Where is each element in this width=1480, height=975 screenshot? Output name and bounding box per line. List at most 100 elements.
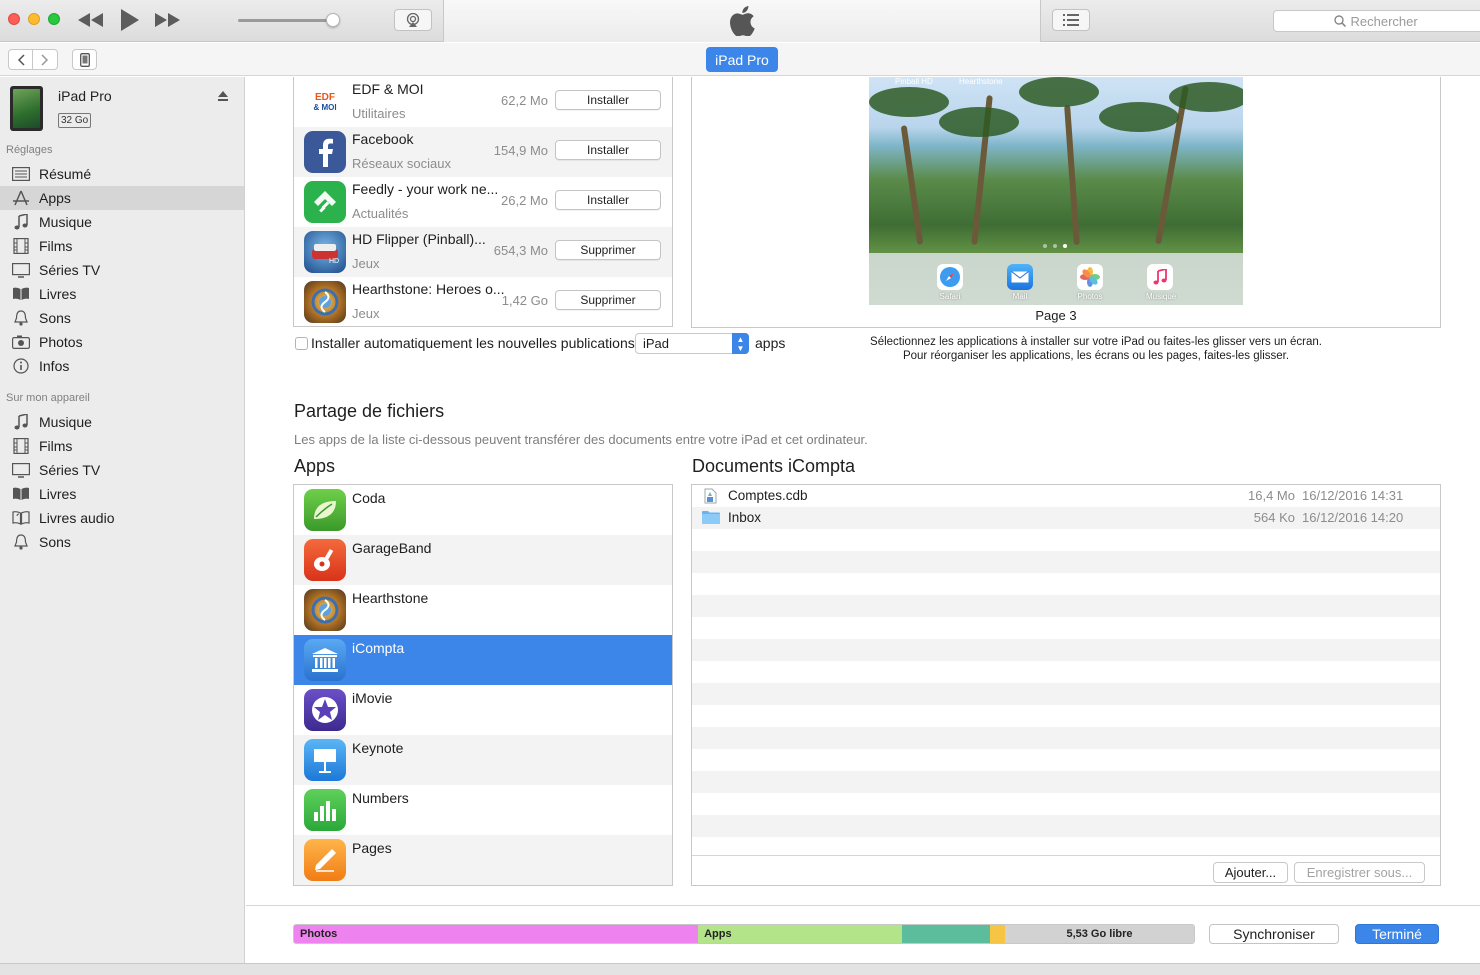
dock-app-music[interactable]: Musique — [1146, 264, 1176, 301]
auto-install-checkbox[interactable] — [295, 337, 308, 350]
minimize-window-button[interactable] — [28, 13, 40, 25]
list-icon — [1063, 14, 1079, 26]
sidebar-item-label: Séries TV — [39, 462, 101, 478]
search-field[interactable] — [1273, 10, 1480, 32]
mail-icon — [1007, 264, 1033, 290]
document-size: 564 Ko — [1253, 510, 1295, 525]
bell-icon — [10, 309, 32, 327]
dock-app-photos[interactable]: Photos — [1076, 264, 1104, 301]
sidebar-item-device-audiobooks[interactable]: Livres audio — [0, 506, 244, 530]
eject-button[interactable] — [217, 89, 229, 107]
device-type-select[interactable]: iPad ▲ ▼ — [635, 333, 749, 354]
app-row-hearthstone[interactable]: Hearthstone: Heroes o... Jeux 1,42 Go Su… — [294, 277, 672, 326]
sidebar-item-books[interactable]: Livres — [0, 282, 244, 306]
sidebar-item-label: Films — [39, 438, 73, 454]
close-window-button[interactable] — [8, 13, 20, 25]
chevron-left-icon — [17, 53, 25, 66]
done-button[interactable]: Terminé — [1355, 924, 1439, 944]
music-icon — [10, 213, 32, 231]
app-category: Actualités — [352, 206, 409, 221]
apps-icon — [10, 189, 32, 207]
app-category: Jeux — [352, 256, 380, 271]
sidebar-item-films[interactable]: Films — [0, 234, 244, 258]
garageband-app-icon — [304, 539, 346, 581]
rewind-button[interactable] — [76, 7, 106, 33]
music-app-icon — [1147, 264, 1173, 290]
up-next-button[interactable] — [1052, 9, 1090, 31]
home-screen-preview[interactable]: Pinball HD Hearthstone Safari Mail Photo… — [869, 77, 1243, 305]
sharing-app-name: iMovie — [352, 690, 393, 706]
install-button[interactable]: Installer — [555, 90, 661, 110]
sidebar-item-music[interactable]: Musique — [0, 210, 244, 234]
sidebar-item-photos[interactable]: Photos — [0, 330, 244, 354]
device-tab[interactable]: iPad Pro — [706, 47, 778, 72]
main-content: EDF & MOI EDF & MOI Utilitaires 62,2 Mo I… — [246, 77, 1480, 963]
zoom-window-button[interactable] — [48, 13, 60, 25]
app-row-edf[interactable]: EDF & MOI EDF & MOI Utilitaires 62,2 Mo I… — [294, 77, 672, 127]
app-row-hd-flipper[interactable]: HD HD Flipper (Pinball)... Jeux 654,3 Mo… — [294, 227, 672, 277]
remove-button[interactable]: Supprimer — [555, 290, 661, 310]
film-icon — [10, 237, 32, 255]
navigation-bar: iPad Pro — [0, 43, 1480, 76]
play-button[interactable] — [114, 7, 144, 33]
sidebar-item-tones[interactable]: Sons — [0, 306, 244, 330]
sharing-app-row-keynote[interactable]: Keynote — [294, 735, 672, 785]
documents-footer: Ajouter... Enregistrer sous... — [692, 855, 1440, 885]
sharing-app-row-imovie[interactable]: iMovie — [294, 685, 672, 735]
sharing-app-row-hearthstone[interactable]: Hearthstone — [294, 585, 672, 635]
sidebar-item-device-books[interactable]: Livres — [0, 482, 244, 506]
airplay-button[interactable] — [394, 9, 432, 31]
summary-icon — [10, 165, 32, 183]
auto-install-label: Installer automatiquement les nouvelles … — [311, 335, 635, 351]
install-button[interactable]: Installer — [555, 190, 661, 210]
sidebar-item-label: Séries TV — [39, 262, 101, 278]
install-button[interactable]: Installer — [555, 140, 661, 160]
sidebar-item-label: Livres — [39, 286, 77, 302]
app-name: Hearthstone: Heroes o... — [352, 281, 505, 297]
sidebar-item-device-films[interactable]: Films — [0, 434, 244, 458]
app-name: Facebook — [352, 131, 414, 147]
forward-button[interactable] — [33, 49, 58, 70]
app-row-facebook[interactable]: Facebook Réseaux sociaux 154,9 Mo Instal… — [294, 127, 672, 177]
coda-app-icon — [304, 489, 346, 531]
dock-app-safari[interactable]: Safari — [936, 264, 964, 301]
add-file-button[interactable]: Ajouter... — [1213, 862, 1288, 883]
app-size: 26,2 Mo — [501, 193, 548, 208]
sharing-app-row-pages[interactable]: Pages — [294, 835, 672, 885]
sidebar-item-tv[interactable]: Séries TV — [0, 258, 244, 282]
fast-forward-button[interactable] — [152, 7, 182, 33]
sidebar-item-apps[interactable]: Apps — [0, 186, 244, 210]
document-row[interactable]: Comptes.cdb 16,4 Mo 16/12/2016 14:31 — [692, 485, 1440, 507]
sharing-app-row-coda[interactable]: Coda — [294, 485, 672, 535]
music-icon — [10, 413, 32, 431]
volume-knob[interactable] — [326, 13, 340, 27]
remove-button[interactable]: Supprimer — [555, 240, 661, 260]
device-button[interactable] — [72, 49, 97, 70]
back-button[interactable] — [8, 49, 33, 70]
sidebar-item-device-tv[interactable]: Séries TV — [0, 458, 244, 482]
document-row[interactable]: Inbox 564 Ko 16/12/2016 14:20 — [692, 507, 1440, 529]
sidebar-item-info[interactable]: Infos — [0, 354, 244, 378]
book-icon — [10, 485, 32, 503]
sidebar-item-label: Films — [39, 238, 73, 254]
svg-text:HD: HD — [329, 258, 339, 265]
ipad-icon — [79, 52, 90, 67]
sidebar-item-summary[interactable]: Résumé — [0, 162, 244, 186]
search-input[interactable] — [1350, 13, 1421, 29]
app-row-feedly[interactable]: Feedly - your work ne... Actualités 26,2… — [294, 177, 672, 227]
sidebar-item-device-tones[interactable]: Sons — [0, 530, 244, 554]
device-capacity-badge: 32 Go — [58, 113, 92, 128]
sharing-app-row-garageband[interactable]: GarageBand — [294, 535, 672, 585]
save-as-button[interactable]: Enregistrer sous... — [1294, 862, 1425, 883]
sharing-app-name: iCompta — [352, 640, 405, 656]
dock-app-mail[interactable]: Mail — [1006, 264, 1034, 301]
sidebar-item-device-music[interactable]: Musique — [0, 410, 244, 434]
screen-app-label: Pinball HD — [895, 77, 933, 86]
app-category: Utilitaires — [352, 106, 406, 121]
storage-segment-apps: Apps — [698, 925, 903, 943]
apple-logo-icon — [730, 6, 755, 36]
sharing-app-row-numbers[interactable]: Numbers — [294, 785, 672, 835]
sharing-app-row-icompta[interactable]: iCompta — [294, 635, 672, 685]
sync-button[interactable]: Synchroniser — [1209, 924, 1339, 944]
volume-slider[interactable] — [238, 13, 340, 27]
